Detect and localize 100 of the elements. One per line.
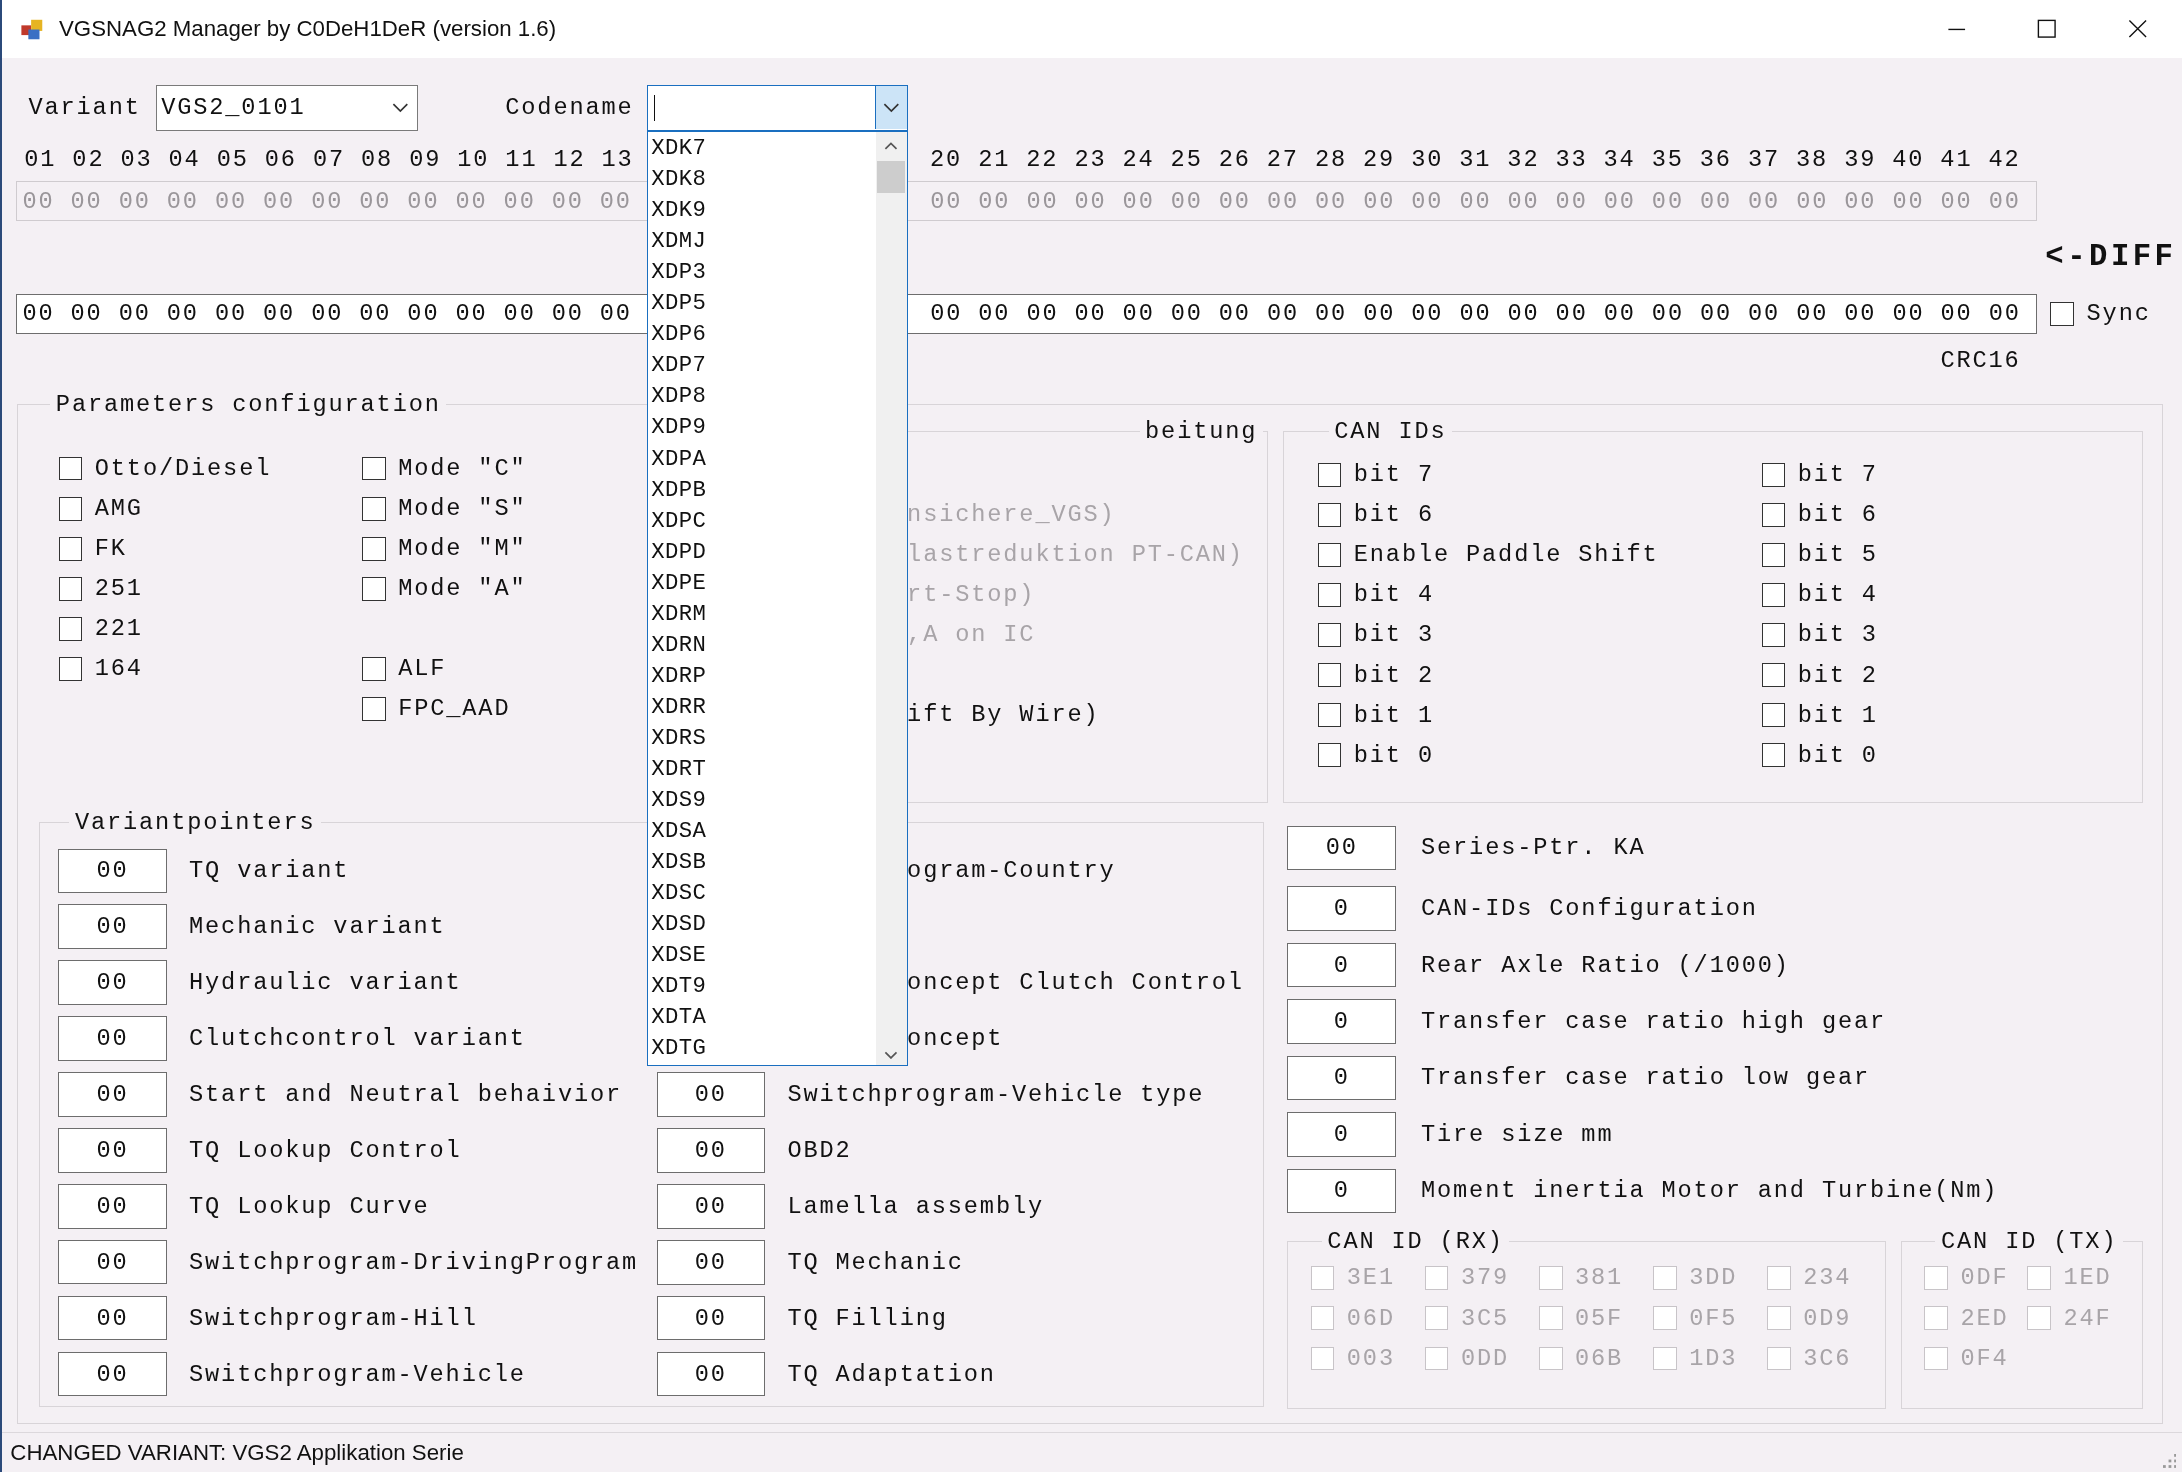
checkbox[interactable] bbox=[1317, 583, 1342, 607]
dropdown-option[interactable]: XDTG bbox=[648, 1033, 877, 1065]
value-field[interactable]: 0 bbox=[1287, 886, 1396, 931]
dropdown-option[interactable]: XDSD bbox=[648, 908, 877, 940]
checkbox[interactable] bbox=[58, 496, 83, 521]
value-field[interactable]: 00 bbox=[58, 848, 167, 894]
dropdown-option[interactable]: XDP7 bbox=[648, 350, 877, 382]
checkbox-label: 3DD bbox=[1689, 1264, 1738, 1292]
checkbox[interactable] bbox=[58, 617, 83, 641]
scroll-down-icon[interactable] bbox=[884, 1051, 899, 1060]
dropdown-option[interactable]: XDK7 bbox=[648, 133, 877, 165]
dropdown-option[interactable]: XDRP bbox=[648, 660, 877, 692]
checkbox-label: bit 4 bbox=[1797, 581, 1878, 609]
checkbox[interactable] bbox=[58, 576, 83, 601]
dropdown-option[interactable]: XDS9 bbox=[648, 784, 877, 816]
checkbox[interactable] bbox=[58, 536, 83, 561]
value-field[interactable]: 00 bbox=[58, 1351, 167, 1397]
checkbox[interactable] bbox=[1761, 703, 1786, 727]
value-field[interactable]: 00 bbox=[656, 1072, 766, 1117]
value-field[interactable]: 0 bbox=[1287, 942, 1396, 988]
dropdown-option[interactable]: XDP8 bbox=[648, 381, 877, 413]
scroll-up-icon[interactable] bbox=[884, 141, 899, 150]
checkbox[interactable] bbox=[362, 536, 386, 561]
codename-dropdown[interactable] bbox=[647, 84, 908, 131]
dropdown-option[interactable]: XDPC bbox=[648, 505, 877, 537]
value-field[interactable]: 00 bbox=[656, 1184, 766, 1229]
chevron-down-icon[interactable] bbox=[391, 102, 409, 114]
value-field[interactable]: 0 bbox=[1287, 1055, 1396, 1101]
checkbox-label: bit 7 bbox=[1353, 461, 1434, 489]
dropdown-option[interactable]: XDRS bbox=[648, 722, 877, 754]
checkbox[interactable] bbox=[362, 657, 386, 681]
dropdown-option[interactable]: XDMJ bbox=[648, 226, 877, 258]
checkbox[interactable] bbox=[2050, 301, 2075, 326]
dropdown-option[interactable]: XDK8 bbox=[648, 164, 877, 196]
checkbox[interactable] bbox=[1317, 663, 1342, 687]
resize-grip-icon[interactable] bbox=[2162, 1454, 2177, 1469]
value-field[interactable]: 00 bbox=[58, 904, 167, 949]
dropdown-option[interactable]: XDP6 bbox=[648, 319, 877, 351]
checkbox[interactable] bbox=[1317, 543, 1342, 567]
value-field[interactable]: 00 bbox=[58, 1295, 167, 1341]
scrollbar[interactable] bbox=[876, 131, 907, 1065]
checkbox[interactable] bbox=[58, 456, 83, 481]
value-field[interactable]: 00 bbox=[656, 1128, 766, 1173]
value-field[interactable]: 00 bbox=[58, 960, 167, 1005]
value-field[interactable]: 00 bbox=[58, 1239, 167, 1285]
checkbox[interactable] bbox=[1317, 462, 1342, 487]
checkbox[interactable] bbox=[1761, 623, 1786, 647]
value-field[interactable]: 00 bbox=[58, 1184, 167, 1229]
value-field[interactable]: 00 bbox=[1287, 825, 1396, 871]
dropdown-option[interactable]: XDRN bbox=[648, 629, 877, 661]
dropdown-option[interactable]: XDSC bbox=[648, 877, 877, 909]
dropdown-option[interactable]: XDPE bbox=[648, 567, 877, 599]
value-field[interactable]: 0 bbox=[1287, 999, 1396, 1044]
checkbox[interactable] bbox=[1761, 543, 1786, 567]
checkbox[interactable] bbox=[362, 697, 386, 721]
dropdown-option[interactable]: XDP9 bbox=[648, 412, 877, 444]
checkbox[interactable] bbox=[1761, 583, 1786, 607]
field-label: CAN-IDs Configuration bbox=[1421, 895, 1758, 923]
dropdown-option[interactable]: XDRR bbox=[648, 691, 877, 723]
dropdown-option[interactable]: XDSE bbox=[648, 940, 877, 972]
dropdown-option[interactable]: XDPA bbox=[648, 443, 877, 475]
value-field[interactable]: 00 bbox=[58, 1128, 167, 1173]
variant-dropdown[interactable]: VGS2_0101 bbox=[156, 84, 418, 131]
dropdown-option[interactable]: XDRM bbox=[648, 598, 877, 630]
checkbox[interactable] bbox=[362, 496, 386, 521]
dropdown-option[interactable]: XDPB bbox=[648, 474, 877, 506]
checkbox[interactable] bbox=[362, 576, 386, 601]
checkbox[interactable] bbox=[1761, 502, 1786, 527]
dropdown-option[interactable]: XDP3 bbox=[648, 257, 877, 289]
checkbox[interactable] bbox=[58, 657, 83, 681]
dropdown-option[interactable]: XDRT bbox=[648, 753, 877, 785]
maximize-icon[interactable] bbox=[2037, 19, 2057, 39]
dropdown-option[interactable]: XDPD bbox=[648, 536, 877, 568]
edited-bytes-field[interactable]: 00 00 00 00 00 00 00 00 00 00 00 00 00 bbox=[15, 293, 650, 334]
value-field[interactable]: 00 bbox=[656, 1351, 766, 1397]
checkbox[interactable] bbox=[1317, 743, 1342, 767]
dropdown-option[interactable]: XDSA bbox=[648, 815, 877, 847]
value-field[interactable]: 0 bbox=[1287, 1168, 1396, 1214]
dropdown-option[interactable]: XDP5 bbox=[648, 288, 877, 320]
checkbox[interactable] bbox=[1761, 743, 1786, 767]
value-field[interactable]: 00 bbox=[656, 1295, 766, 1341]
edited-bytes-field[interactable]: 00 00 00 00 00 00 00 00 00 00 00 00 00 00 00 00 00 00 00 00 00 00 00 bbox=[907, 293, 2037, 334]
value-field[interactable]: 00 bbox=[58, 1016, 167, 1061]
checkbox[interactable] bbox=[1761, 663, 1786, 687]
chevron-down-icon[interactable] bbox=[883, 102, 900, 114]
scrollbar-thumb[interactable] bbox=[877, 161, 906, 193]
checkbox-label: Mode "M" bbox=[398, 535, 527, 563]
checkbox[interactable] bbox=[1317, 502, 1342, 527]
dropdown-option[interactable]: XDTA bbox=[648, 1002, 877, 1034]
value-field[interactable]: 0 bbox=[1287, 1112, 1396, 1157]
dropdown-option[interactable]: XDK9 bbox=[648, 195, 877, 227]
dropdown-option[interactable]: XDSB bbox=[648, 846, 877, 878]
checkbox[interactable] bbox=[1317, 703, 1342, 727]
checkbox[interactable] bbox=[1317, 623, 1342, 647]
value-field[interactable]: 00 bbox=[58, 1072, 167, 1117]
checkbox[interactable] bbox=[362, 456, 386, 481]
dropdown-option[interactable]: XDT9 bbox=[648, 971, 877, 1003]
close-icon[interactable] bbox=[2127, 19, 2148, 39]
checkbox[interactable] bbox=[1761, 462, 1786, 487]
value-field[interactable]: 00 bbox=[656, 1240, 766, 1285]
